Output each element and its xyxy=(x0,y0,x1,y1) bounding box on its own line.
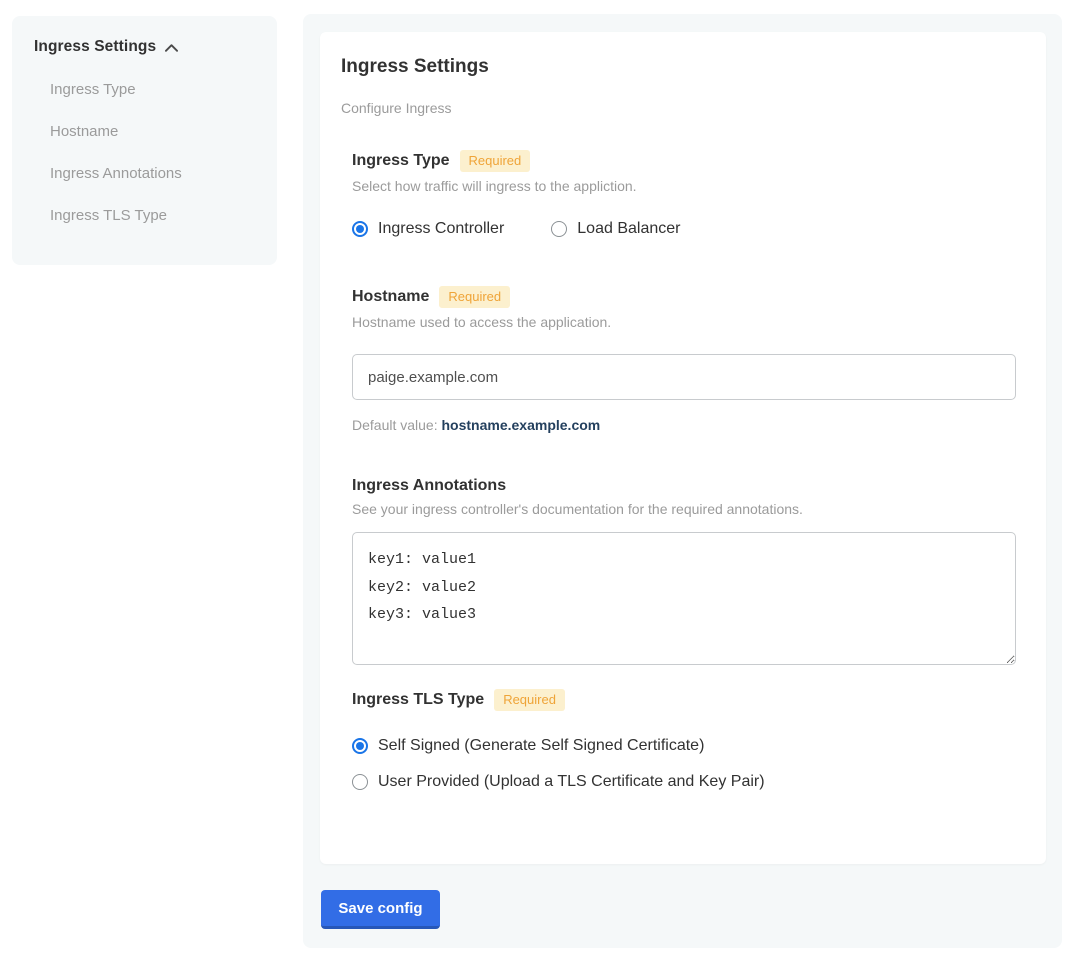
annotations-textarea[interactable]: key1: value1 key2: value2 key3: value3 xyxy=(352,532,1016,665)
radio-option-self-signed[interactable]: Self Signed (Generate Self Signed Certif… xyxy=(352,737,1016,755)
hostname-help: Hostname used to access the application. xyxy=(352,314,1016,330)
radio-load-balancer[interactable] xyxy=(551,221,567,237)
radio-user-provided[interactable] xyxy=(352,774,368,790)
section-ingress-tls-type: Ingress TLS Type Required Self Signed (G… xyxy=(352,689,1016,791)
tls-type-options: Self Signed (Generate Self Signed Certif… xyxy=(352,737,1016,791)
save-config-button[interactable]: Save config xyxy=(321,890,440,929)
hostname-default-line: Default value: hostname.example.com xyxy=(352,417,1016,433)
hostname-input[interactable] xyxy=(352,354,1016,400)
radio-option-load-balancer[interactable]: Load Balancer xyxy=(551,220,680,238)
radio-label-ingress-controller[interactable]: Ingress Controller xyxy=(378,220,504,238)
page-title: Ingress Settings xyxy=(341,56,1016,78)
tls-type-label: Ingress TLS Type xyxy=(352,691,484,709)
sidebar-items: Ingress Type Hostname Ingress Annotation… xyxy=(34,81,255,225)
required-badge: Required xyxy=(460,150,531,172)
radio-option-user-provided[interactable]: User Provided (Upload a TLS Certificate … xyxy=(352,773,1016,791)
section-ingress-annotations: Ingress Annotations See your ingress con… xyxy=(352,477,1016,665)
sidebar-group-title: Ingress Settings xyxy=(34,38,156,56)
chevron-up-icon xyxy=(165,44,178,52)
sidebar-item-ingress-type[interactable]: Ingress Type xyxy=(50,81,255,99)
config-main-panel: Ingress Settings Configure Ingress Ingre… xyxy=(303,14,1062,948)
sidebar-item-ingress-tls-type[interactable]: Ingress TLS Type xyxy=(50,207,255,225)
annotations-label: Ingress Annotations xyxy=(352,477,506,495)
required-badge: Required xyxy=(494,689,565,711)
radio-label-self-signed[interactable]: Self Signed (Generate Self Signed Certif… xyxy=(378,737,704,755)
ingress-type-help: Select how traffic will ingress to the a… xyxy=(352,178,1016,194)
sidebar-item-ingress-annotations[interactable]: Ingress Annotations xyxy=(50,165,255,183)
default-value-prefix: Default value: xyxy=(352,417,442,433)
radio-label-load-balancer[interactable]: Load Balancer xyxy=(577,220,680,238)
sidebar-group-toggle[interactable]: Ingress Settings xyxy=(34,38,255,56)
radio-ingress-controller[interactable] xyxy=(352,221,368,237)
radio-self-signed[interactable] xyxy=(352,738,368,754)
sidebar-item-hostname[interactable]: Hostname xyxy=(50,123,255,141)
section-ingress-type: Ingress Type Required Select how traffic… xyxy=(352,150,1016,238)
config-nav-sidebar: Ingress Settings Ingress Type Hostname I… xyxy=(12,16,277,265)
radio-label-user-provided[interactable]: User Provided (Upload a TLS Certificate … xyxy=(378,773,765,791)
ingress-type-options: Ingress Controller Load Balancer xyxy=(352,220,1016,238)
default-value-text: hostname.example.com xyxy=(442,417,601,433)
required-badge: Required xyxy=(439,286,510,308)
config-card: Ingress Settings Configure Ingress Ingre… xyxy=(320,32,1046,864)
hostname-label: Hostname xyxy=(352,288,429,306)
ingress-type-label: Ingress Type xyxy=(352,152,450,170)
radio-option-ingress-controller[interactable]: Ingress Controller xyxy=(352,220,504,238)
annotations-help: See your ingress controller's documentat… xyxy=(352,501,1016,517)
section-hostname: Hostname Required Hostname used to acces… xyxy=(352,286,1016,433)
page-subtitle: Configure Ingress xyxy=(341,100,1016,116)
